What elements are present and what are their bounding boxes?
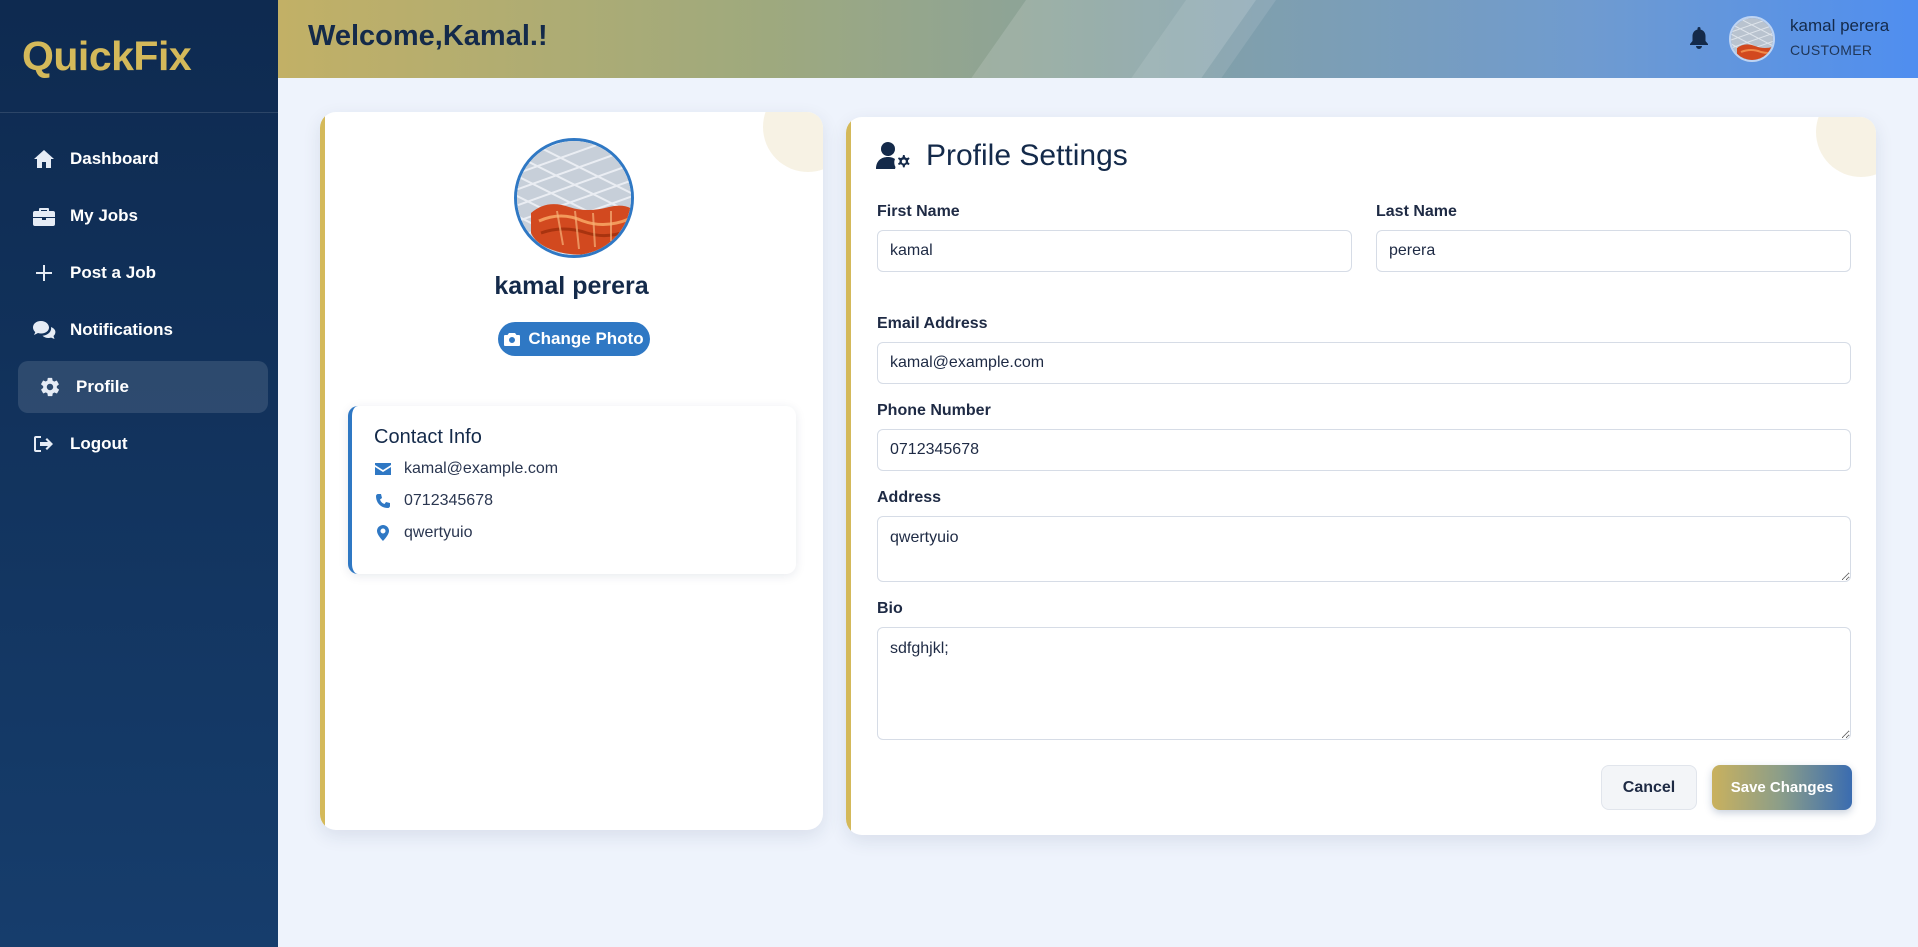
email-label: Email Address bbox=[877, 315, 988, 332]
contact-address: qwertyuio bbox=[404, 524, 473, 541]
sidebar-item-my-jobs[interactable]: My Jobs bbox=[18, 190, 268, 242]
card-decoration bbox=[763, 112, 823, 172]
logout-icon bbox=[32, 432, 56, 456]
brand-logo-text[interactable]: QuickFix bbox=[22, 33, 192, 80]
sidebar-item-label: Logout bbox=[70, 434, 128, 453]
contact-info-box: Contact Info kamal@example.com 071234567… bbox=[348, 406, 796, 574]
phone-input[interactable] bbox=[877, 429, 1851, 471]
bio-textarea[interactable]: sdfghjkl; bbox=[877, 627, 1851, 740]
comments-icon bbox=[32, 318, 56, 342]
gear-icon bbox=[38, 375, 62, 399]
sidebar-item-dashboard[interactable]: Dashboard bbox=[18, 133, 268, 185]
sidebar-item-label: My Jobs bbox=[70, 206, 139, 225]
bell-icon[interactable] bbox=[1688, 26, 1710, 50]
sidebar-nav: Dashboard My Jobs Post a Job Notificatio… bbox=[0, 113, 278, 470]
profile-settings-title: Profile Settings bbox=[876, 139, 1128, 173]
save-changes-button[interactable]: Save Changes bbox=[1712, 765, 1852, 810]
brand[interactable]: QuickFix bbox=[0, 0, 278, 113]
first-name-input[interactable] bbox=[877, 230, 1352, 272]
form-title-text: Profile Settings bbox=[926, 139, 1128, 172]
first-name-label: First Name bbox=[877, 203, 960, 220]
address-textarea[interactable]: qwertyuio bbox=[877, 516, 1851, 582]
contact-email-row: kamal@example.com bbox=[374, 460, 558, 478]
phone-label: Phone Number bbox=[877, 402, 991, 419]
profile-avatar bbox=[514, 138, 634, 258]
sidebar-item-profile[interactable]: Profile bbox=[18, 361, 268, 413]
sidebar-item-label: Dashboard bbox=[70, 149, 159, 168]
sidebar-item-logout[interactable]: Logout bbox=[18, 418, 268, 470]
last-name-label: Last Name bbox=[1376, 203, 1457, 220]
cancel-button[interactable]: Cancel bbox=[1601, 765, 1697, 810]
header-avatar[interactable] bbox=[1729, 16, 1775, 62]
header-user-name[interactable]: kamal perera bbox=[1790, 16, 1889, 36]
contact-phone: 0712345678 bbox=[404, 492, 493, 509]
user-cog-icon bbox=[876, 142, 910, 169]
welcome-title: Welcome,Kamal.! bbox=[308, 20, 548, 52]
sidebar-item-notifications[interactable]: Notifications bbox=[18, 304, 268, 356]
camera-icon bbox=[504, 333, 521, 346]
profile-name: kamal perera bbox=[494, 272, 649, 300]
sidebar-item-post-a-job[interactable]: Post a Job bbox=[18, 247, 268, 299]
home-icon bbox=[32, 147, 56, 171]
change-photo-button[interactable]: Change Photo bbox=[498, 322, 650, 356]
contact-address-row: qwertyuio bbox=[374, 524, 472, 542]
sidebar-item-label: Post a Job bbox=[70, 263, 156, 282]
profile-summary-card: kamal perera Change Photo Contact Info k… bbox=[320, 112, 823, 830]
top-header: Welcome,Kamal.! kamal perera CUSTOMER bbox=[278, 0, 1918, 78]
card-decoration bbox=[1816, 117, 1876, 177]
contact-phone-row: 0712345678 bbox=[374, 492, 493, 510]
bio-label: Bio bbox=[877, 600, 903, 617]
envelope-icon bbox=[374, 463, 392, 475]
address-label: Address bbox=[877, 489, 942, 506]
sidebar-item-label: Notifications bbox=[70, 320, 173, 339]
contact-info-title: Contact Info bbox=[374, 426, 482, 448]
profile-settings-card: Profile Settings First Name Last Name Em… bbox=[846, 117, 1876, 835]
change-photo-label: Change Photo bbox=[528, 329, 644, 348]
phone-icon bbox=[374, 493, 392, 509]
sidebar: QuickFix Dashboard My Jobs Post a Job No… bbox=[0, 0, 278, 947]
plus-icon bbox=[32, 261, 56, 285]
last-name-input[interactable] bbox=[1376, 230, 1851, 272]
map-pin-icon bbox=[374, 525, 392, 541]
header-user-role: CUSTOMER bbox=[1790, 42, 1873, 58]
briefcase-icon bbox=[32, 204, 56, 228]
email-input[interactable] bbox=[877, 342, 1851, 384]
sidebar-item-label: Profile bbox=[76, 377, 129, 396]
contact-email: kamal@example.com bbox=[404, 460, 559, 477]
